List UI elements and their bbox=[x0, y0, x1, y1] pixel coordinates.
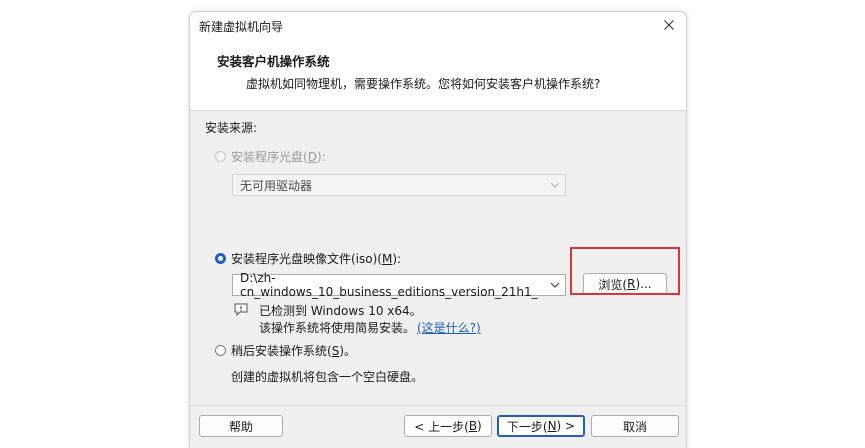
chevron-down-icon bbox=[550, 282, 560, 288]
easy-install-text: 该操作系统将使用简易安装。 bbox=[259, 321, 416, 335]
info-message-icon bbox=[234, 303, 248, 316]
title-bar: 新建虚拟机向导 bbox=[190, 12, 686, 39]
radio-install-iso[interactable] bbox=[215, 253, 226, 264]
install-source-label: 安装来源: bbox=[205, 121, 258, 135]
install-later-description: 创建的虚拟机将包含一个空白硬盘。 bbox=[231, 370, 424, 384]
wizard-footer: 帮助 < 上一步(B) 下一步(N) > 取消 bbox=[190, 405, 686, 448]
disc-drive-value: 无可用驱动器 bbox=[240, 178, 313, 193]
radio-install-disc[interactable] bbox=[215, 151, 226, 162]
detected-os-text: 已检测到 Windows 10 x64。 bbox=[259, 304, 422, 318]
browse-highlight-box bbox=[570, 247, 680, 295]
cancel-button[interactable]: 取消 bbox=[591, 415, 679, 437]
install-disc-label: 安装程序光盘(D): bbox=[231, 150, 326, 164]
page-title: 安装客户机操作系统 bbox=[217, 54, 330, 69]
iso-path-combobox[interactable]: D:\zh-cn_windows_10_business_editions_ve… bbox=[232, 271, 566, 299]
chevron-down-icon bbox=[550, 182, 560, 188]
disc-drive-dropdown[interactable]: 无可用驱动器 bbox=[232, 174, 566, 196]
window-title: 新建虚拟机向导 bbox=[199, 20, 284, 34]
new-vm-wizard-dialog: 新建虚拟机向导 安装客户机操作系统 虚拟机如同物理机，需要操作系统。您将如何安装… bbox=[189, 11, 687, 448]
install-iso-label: 安装程序光盘映像文件(iso)(M): bbox=[231, 252, 402, 266]
radio-install-later[interactable] bbox=[215, 345, 226, 356]
install-later-label: 稍后安装操作系统(S)。 bbox=[231, 344, 356, 358]
close-button[interactable] bbox=[658, 14, 680, 36]
iso-path-value: D:\zh-cn_windows_10_business_editions_ve… bbox=[240, 271, 538, 299]
close-icon bbox=[664, 20, 674, 30]
next-button[interactable]: 下一步(N) > bbox=[497, 415, 585, 437]
page-subtitle: 虚拟机如同物理机，需要操作系统。您将如何安装客户机操作系统? bbox=[246, 77, 601, 91]
back-button[interactable]: < 上一步(B) bbox=[404, 415, 492, 437]
wizard-header: 安装客户机操作系统 虚拟机如同物理机，需要操作系统。您将如何安装客户机操作系统? bbox=[190, 39, 686, 111]
help-button[interactable]: 帮助 bbox=[199, 415, 283, 437]
whats-this-link[interactable]: (这是什么?) bbox=[417, 319, 481, 336]
